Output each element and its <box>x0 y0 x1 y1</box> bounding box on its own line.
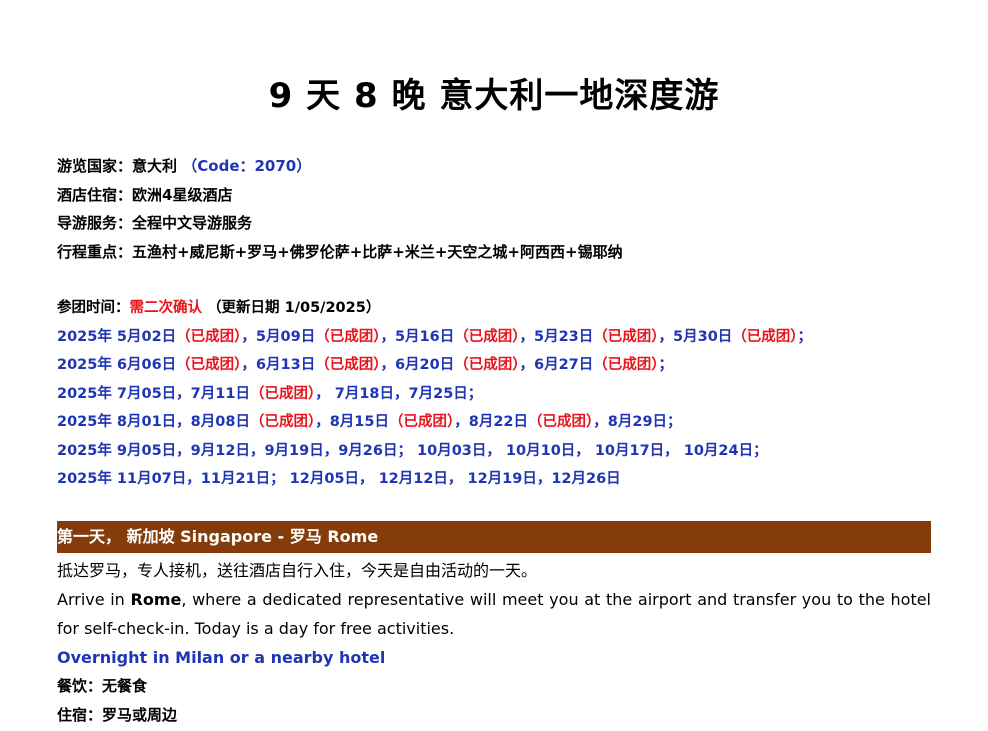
date-text: 2025年 9月05日，9月12日，9月19日，9月26日； 10月03日， 1… <box>57 442 768 459</box>
info-country: 游览国家：意大利 （Code：2070） <box>57 152 623 181</box>
day1-header-text: 第一天， 新加坡 Singapore - 罗马 Rome <box>57 527 379 546</box>
date-text: ，5月09日 <box>241 328 316 345</box>
date-text: ，8月22日 <box>454 414 529 430</box>
country-value: 意大利 <box>132 157 178 175</box>
en-rest: , where a dedicated representative will … <box>57 590 932 638</box>
date-text: ， 7月18日，7月25日； <box>315 385 483 402</box>
guide-value: 全程中文导游服务 <box>132 214 253 232</box>
date-text: ，8月29日； <box>593 414 682 430</box>
date-row: 2025年 9月05日，9月12日，9月19日，9月26日； 10月03日， 1… <box>57 437 812 466</box>
en-city: Rome <box>130 590 182 609</box>
status-confirmed: （已成团） <box>315 357 381 373</box>
hotel-value: 欧洲4星级酒店 <box>132 185 233 204</box>
status-confirmed: （已成团） <box>732 328 798 345</box>
date-text: ，6月13日 <box>241 357 316 373</box>
status-confirmed: （已成团） <box>176 328 242 345</box>
status-confirmed: （已成团） <box>593 357 659 373</box>
guide-label: 导游服务： <box>57 214 133 232</box>
dates-label: 参团时间： <box>57 300 130 316</box>
date-row: 2025年 6月06日（已成团），6月13日（已成团），6月20日（已成团），6… <box>57 351 812 380</box>
date-text: 2025年 8月01日，8月08日 <box>57 414 250 430</box>
date-text: 2025年 6月06日 <box>57 357 177 373</box>
country-label: 游览国家： <box>57 157 133 175</box>
date-text: ； <box>797 328 813 345</box>
date-text: ，6月27日 <box>519 357 594 373</box>
info-guide: 导游服务：全程中文导游服务 <box>57 209 623 238</box>
date-text: 2025年 5月02日 <box>57 328 177 345</box>
info-hotel: 酒店住宿：欧洲4星级酒店 <box>57 181 623 210</box>
highlights-value: 五渔村+威尼斯+罗马+佛罗伦萨+比萨+米兰+天空之城+阿西西+锡耶纳 <box>132 242 623 261</box>
departure-dates: 参团时间：需二次确认 （更新日期 1/05/2025） 2025年 5月02日（… <box>57 294 812 494</box>
status-confirmed: （已成团） <box>249 414 316 430</box>
hotel-label: 酒店住宿： <box>57 185 133 204</box>
day1-stay: 住宿：罗马或周边 <box>57 706 178 724</box>
date-rows: 2025年 5月02日（已成团），5月09日（已成团），5月16日（已成团），5… <box>57 323 812 494</box>
day1-cn-text: 抵达罗马，专人接机，送往酒店自行入住，今天是自由活动的一天。 <box>57 561 538 580</box>
status-confirmed: （已成团） <box>249 385 316 402</box>
status-confirmed: （已成团） <box>176 357 242 373</box>
country-code: （Code：2070） <box>182 157 312 175</box>
date-text: 2025年 7月05日，7月11日 <box>57 385 250 402</box>
date-row: 2025年 5月02日（已成团），5月09日（已成团），5月16日（已成团），5… <box>57 323 812 352</box>
highlights-label: 行程重点： <box>57 242 133 261</box>
dates-header: 参团时间：需二次确认 （更新日期 1/05/2025） <box>57 294 812 323</box>
update-date: （更新日期 1/05/2025） <box>207 300 381 316</box>
date-text: ，5月30日 <box>658 328 733 345</box>
day1-en-text: Arrive in Rome, where a dedicated repres… <box>57 585 931 643</box>
date-row: 2025年 8月01日，8月08日（已成团），8月15日（已成团），8月22日（… <box>57 408 812 437</box>
date-text: ； <box>658 357 674 373</box>
date-text: ，8月15日 <box>315 414 389 430</box>
day1-overnight: Overnight in Milan or a nearby hotel <box>57 648 386 667</box>
date-row: 2025年 11月07日，11月21日； 12月05日， 12月12日， 12月… <box>57 465 812 494</box>
date-text: 2025年 11月07日，11月21日； 12月05日， 12月12日， 12月… <box>57 471 621 487</box>
confirm-note: 需二次确认 <box>129 300 203 316</box>
en-prefix: Arrive in <box>57 590 131 609</box>
status-confirmed: （已成团） <box>315 328 381 345</box>
status-confirmed: （已成团） <box>454 328 520 345</box>
day1-meal: 餐饮：无餐食 <box>57 677 148 695</box>
status-confirmed: （已成团） <box>454 357 520 373</box>
date-row: 2025年 7月05日，7月11日（已成团）， 7月18日，7月25日； <box>57 380 812 409</box>
tour-info: 游览国家：意大利 （Code：2070） 酒店住宿：欧洲4星级酒店 导游服务：全… <box>57 152 623 266</box>
day1-body: 抵达罗马，专人接机，送往酒店自行入住，今天是自由活动的一天。 Arrive in… <box>57 556 931 730</box>
day1-header: 第一天， 新加坡 Singapore - 罗马 Rome <box>57 521 931 553</box>
status-confirmed: （已成团） <box>528 414 594 430</box>
date-text: ，6月20日 <box>380 357 455 373</box>
date-text: ，5月23日 <box>519 328 594 345</box>
page-title: 9 天 8 晚 意大利一地深度游 <box>268 76 720 116</box>
status-confirmed: （已成团） <box>388 414 455 430</box>
status-confirmed: （已成团） <box>593 328 659 345</box>
date-text: ，5月16日 <box>380 328 455 345</box>
info-highlights: 行程重点：五渔村+威尼斯+罗马+佛罗伦萨+比萨+米兰+天空之城+阿西西+锡耶纳 <box>57 238 623 267</box>
